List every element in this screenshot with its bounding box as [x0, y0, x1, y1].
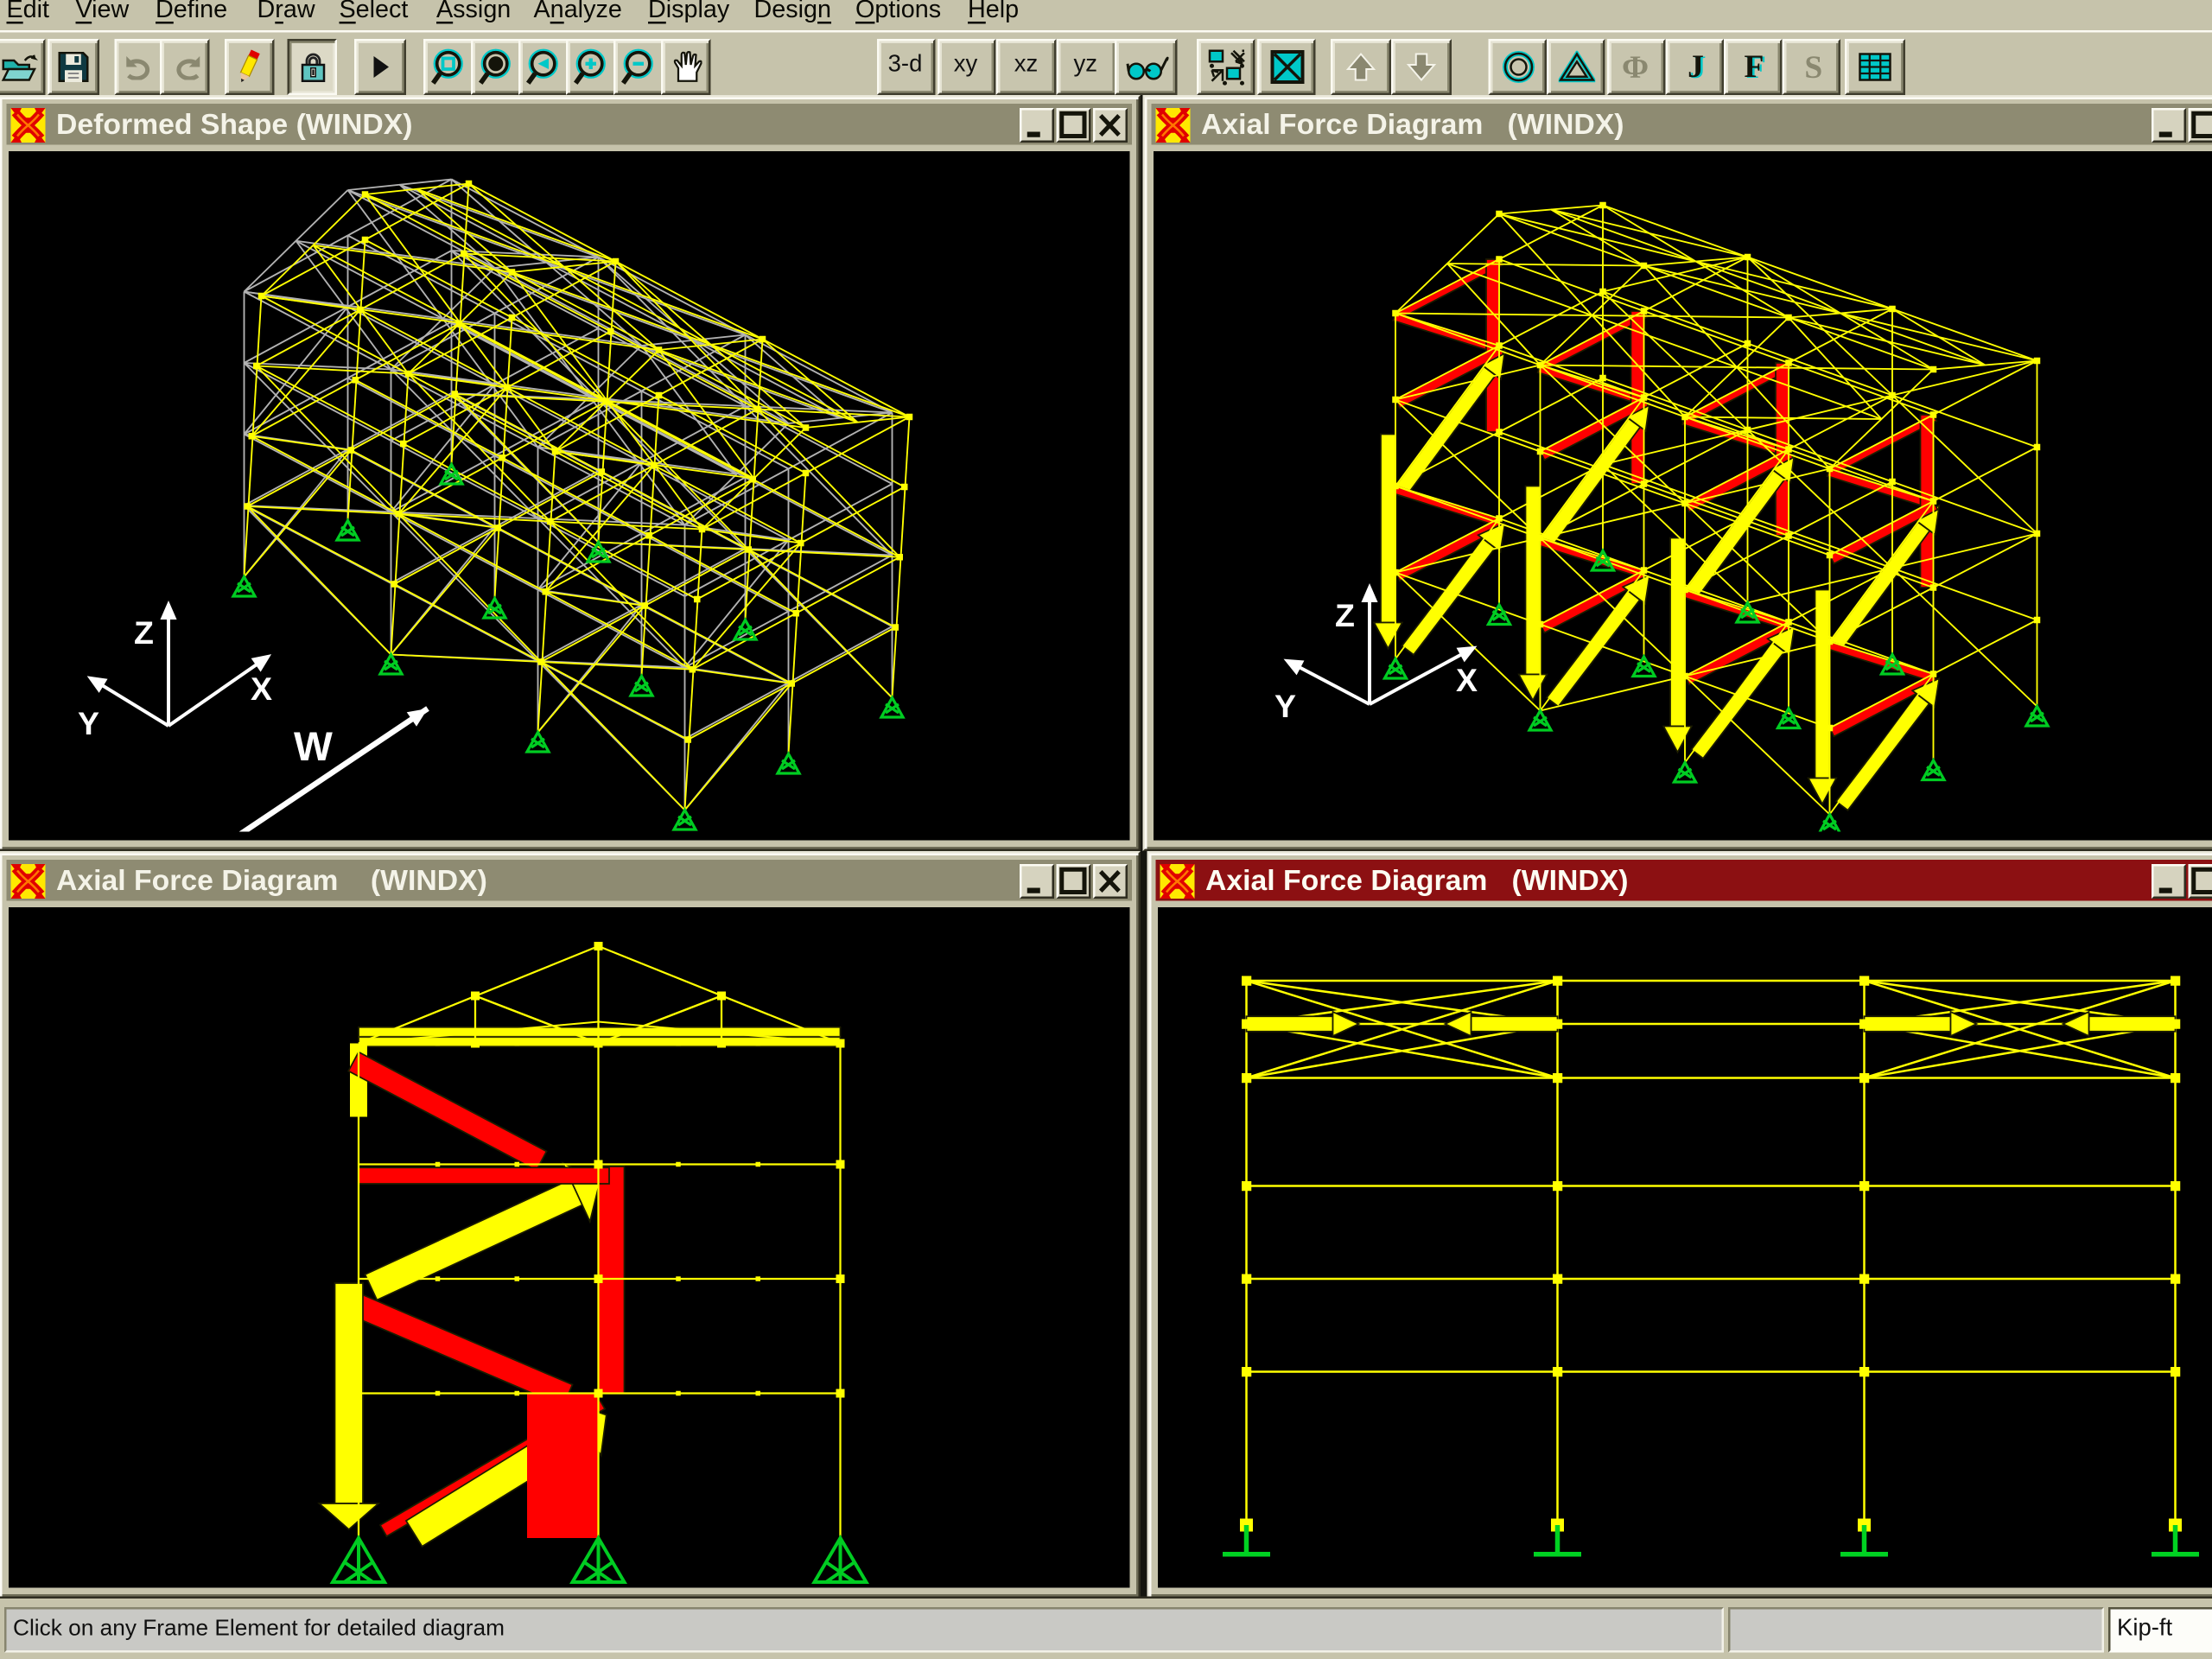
svg-text:Y: Y — [1274, 688, 1296, 724]
svg-text:Z: Z — [1335, 597, 1355, 633]
svg-text:X: X — [1456, 662, 1478, 698]
svg-text:F: F — [1743, 50, 1763, 83]
svg-text:Z: Z — [134, 614, 154, 651]
svg-text:J: J — [1687, 50, 1703, 83]
svg-text:Y: Y — [78, 705, 99, 741]
svg-text:X: X — [251, 671, 272, 707]
svg-text:W: W — [294, 724, 333, 770]
svg-text:Φ: Φ — [1622, 50, 1649, 83]
svg-text:S: S — [1803, 50, 1821, 83]
